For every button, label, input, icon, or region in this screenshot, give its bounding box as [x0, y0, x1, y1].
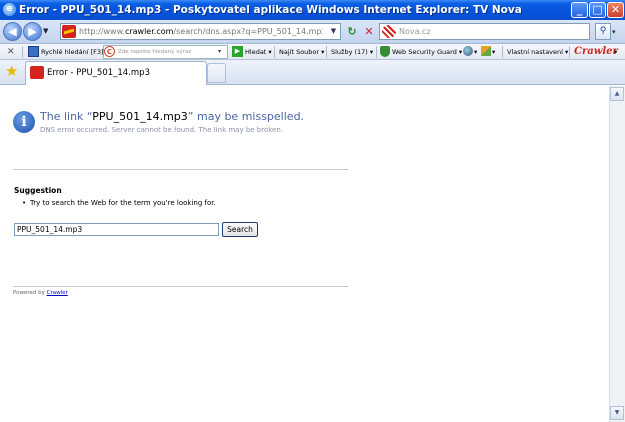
- shield-icon: [380, 46, 390, 57]
- search-button[interactable]: Search: [222, 222, 258, 237]
- najit-soubor-button[interactable]: Najít Soubor ▾: [279, 44, 324, 60]
- sluzby-button[interactable]: Služby (17) ▾: [331, 44, 373, 60]
- hledat-button[interactable]: Hledat ▾: [245, 44, 272, 60]
- url-path: /search/dns.aspx?q=PPU_501_14.mp3&: [173, 27, 323, 36]
- quick-search-icon: [28, 46, 39, 57]
- vertical-scrollbar[interactable]: [609, 86, 625, 422]
- scroll-up-icon[interactable]: ▲: [610, 87, 624, 101]
- globe-icon[interactable]: [463, 46, 473, 56]
- favorites-star-icon[interactable]: ★: [5, 64, 18, 79]
- toolbar-divider: [22, 46, 23, 58]
- tab-favicon: [30, 66, 44, 79]
- divider: [13, 169, 348, 170]
- window-title: Error - PPU_501_14.mp3 - Poskytovatel ap…: [19, 4, 522, 16]
- search-go-button[interactable]: ⚲: [595, 23, 611, 40]
- vlastni-nastaveni-button[interactable]: Vlastní nastavení ▾: [507, 44, 568, 60]
- toolbar-close-icon[interactable]: ✕: [7, 44, 15, 60]
- error-title-term: PPU_501_14.mp3: [92, 110, 188, 123]
- recent-pages-dropdown[interactable]: ▼: [43, 27, 51, 35]
- error-title: The link “PPU_501_14.mp3” may be misspel…: [40, 110, 304, 123]
- refresh-icon[interactable]: ↻: [344, 23, 360, 40]
- toolbar-search-dropdown[interactable]: ▾: [218, 44, 221, 60]
- toolbar-divider: [326, 46, 327, 58]
- maximize-button[interactable]: □: [589, 2, 606, 18]
- toolbar-divider: [502, 46, 503, 58]
- back-button[interactable]: ◀: [3, 22, 22, 41]
- minimize-button[interactable]: _: [571, 2, 588, 18]
- site-favicon: [62, 25, 76, 38]
- stop-icon[interactable]: ✕: [361, 23, 377, 40]
- suggestion-item: Try to search the Web for the term you'r…: [30, 199, 216, 207]
- page-content: [0, 86, 609, 422]
- info-icon: i: [13, 111, 35, 133]
- new-tab-button[interactable]: [207, 63, 226, 83]
- search-options-icon[interactable]: ▾: [612, 28, 616, 36]
- crawler-dropdown-icon[interactable]: ▾: [614, 44, 617, 60]
- crawler-link[interactable]: Crawler: [47, 290, 68, 296]
- powered-by: Powered by Crawler: [13, 290, 68, 296]
- scroll-down-icon[interactable]: ▼: [610, 406, 624, 420]
- url-text[interactable]: http://www.crawler.com/search/dns.aspx?q…: [79, 23, 323, 40]
- address-dropdown[interactable]: ▼: [328, 25, 339, 38]
- url-prefix: http://www.: [79, 27, 125, 36]
- crawler-search-icon: C: [104, 46, 115, 57]
- forward-button[interactable]: ▶: [23, 22, 42, 41]
- close-button[interactable]: ✕: [607, 2, 624, 18]
- url-domain: crawler.com: [124, 27, 174, 36]
- search-provider: Nova.cz: [399, 27, 431, 36]
- toolbar-divider: [376, 46, 377, 58]
- suggestion-heading: Suggestion: [14, 186, 62, 195]
- divider: [13, 286, 348, 287]
- error-title-prefix: The link “: [40, 110, 93, 123]
- toolbar-divider: [569, 46, 570, 58]
- toolbar-divider: [274, 46, 275, 58]
- error-title-suffix: ” may be misspelled.: [187, 110, 305, 123]
- error-subtitle: DNS error occurred. Server cannot be fou…: [40, 126, 284, 134]
- nova-logo-icon: [382, 25, 396, 38]
- highlight-dropdown-icon[interactable]: ▾: [492, 44, 495, 60]
- powered-by-label: Powered by: [13, 290, 47, 296]
- hledat-icon: ▶: [232, 46, 243, 57]
- ie-icon: e: [3, 3, 16, 16]
- highlight-icon[interactable]: [481, 46, 491, 56]
- web-security-guard-button[interactable]: Web Security Guard ▾: [392, 44, 462, 60]
- quick-search-button[interactable]: Rychlé hledání [F3]: [41, 44, 104, 60]
- bullet-icon: •: [22, 199, 27, 207]
- crawler-logo[interactable]: Crawler: [574, 44, 618, 60]
- globe-dropdown-icon[interactable]: ▾: [474, 44, 477, 60]
- tab-label: Error - PPU_501_14.mp3: [47, 68, 150, 78]
- toolbar-search-placeholder: Zde napište hledaný výraz: [118, 49, 192, 55]
- query-input[interactable]: PPU_501_14.mp3: [14, 223, 219, 236]
